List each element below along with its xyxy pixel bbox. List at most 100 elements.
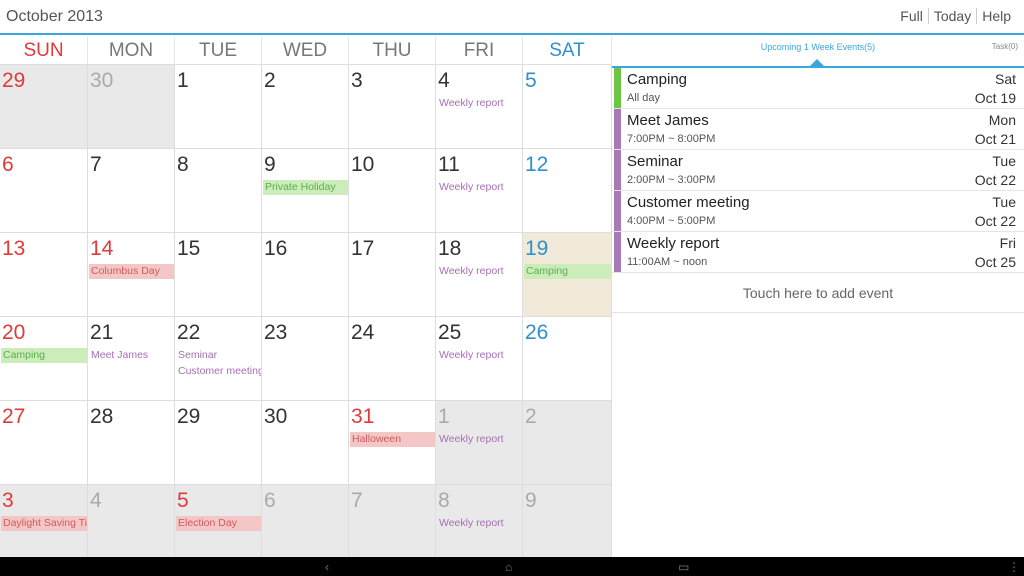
day-cell[interactable]: 30 — [262, 401, 349, 484]
help-button[interactable]: Help — [976, 8, 1016, 24]
day-number: 14 — [90, 237, 114, 260]
day-cell[interactable]: 24 — [349, 317, 436, 400]
full-button[interactable]: Full — [895, 8, 928, 24]
event-name: Seminar — [627, 153, 683, 170]
calendar-event[interactable]: Weekly report — [437, 432, 522, 447]
event-weekday: Sat — [994, 71, 1016, 87]
event-weekday: Tue — [992, 194, 1016, 210]
day-cell[interactable]: 11 Weekly report — [436, 149, 523, 232]
day-number: 4 — [90, 489, 102, 512]
calendar-event[interactable]: Seminar — [176, 348, 261, 363]
day-cell[interactable]: 8 Weekly report — [436, 485, 523, 568]
day-cell[interactable]: 28 — [88, 401, 175, 484]
day-cell[interactable]: 22 Seminar Customer meeting — [175, 317, 262, 400]
day-number: 8 — [438, 489, 450, 512]
back-icon[interactable]: ‹ — [325, 561, 329, 573]
day-number: 9 — [264, 153, 276, 176]
day-number: 17 — [351, 237, 375, 260]
day-number: 8 — [177, 153, 189, 176]
upcoming-event-item[interactable]: Camping All day Sat Oct 19 — [612, 68, 1024, 109]
task-tab[interactable]: Task(0) — [992, 42, 1018, 51]
day-cell[interactable]: 17 — [349, 233, 436, 316]
day-cell[interactable]: 6 — [262, 485, 349, 568]
calendar-event[interactable]: Halloween — [350, 432, 435, 447]
day-cell[interactable]: 10 — [349, 149, 436, 232]
calendar-event[interactable]: Weekly report — [437, 516, 522, 531]
tab-indicator-icon — [809, 59, 825, 67]
upcoming-events-tab[interactable]: Upcoming 1 Week Events(5) — [612, 42, 1024, 52]
day-cell[interactable]: 13 — [0, 233, 88, 316]
month-title[interactable]: October 2013 — [6, 8, 103, 26]
upcoming-event-item[interactable]: Customer meeting 4:00PM ~ 5:00PM Tue Oct… — [612, 191, 1024, 232]
day-cell[interactable]: 9 Private Holiday — [262, 149, 349, 232]
calendar-event[interactable]: Election Day — [176, 516, 261, 531]
day-cell[interactable]: 16 — [262, 233, 349, 316]
upcoming-event-item[interactable]: Weekly report 11:00AM ~ noon Fri Oct 25 — [612, 232, 1024, 273]
event-weekday: Fri — [999, 235, 1016, 251]
day-cell[interactable]: 12 — [523, 149, 612, 232]
day-cell[interactable]: 5 Election Day — [175, 485, 262, 568]
calendar-event[interactable]: Meet James — [89, 348, 174, 363]
day-number: 27 — [2, 405, 26, 428]
calendar-event[interactable]: Camping — [524, 264, 611, 279]
day-cell[interactable]: 9 — [523, 485, 612, 568]
day-cell[interactable]: 5 — [523, 65, 612, 148]
day-number: 30 — [90, 69, 114, 92]
day-cell[interactable]: 2 — [523, 401, 612, 484]
day-cell[interactable]: 30 — [88, 65, 175, 148]
calendar-event[interactable]: Daylight Saving Time — [1, 516, 87, 531]
calendar-event[interactable]: Camping — [1, 348, 87, 363]
day-cell[interactable]: 31 Halloween — [349, 401, 436, 484]
day-cell[interactable]: 19 Camping — [523, 233, 612, 316]
day-cell[interactable]: 4 Weekly report — [436, 65, 523, 148]
top-actions: Full Today Help — [895, 8, 1016, 24]
today-button[interactable]: Today — [927, 8, 976, 24]
day-cell[interactable]: 8 — [175, 149, 262, 232]
menu-icon[interactable]: ⋮ — [1008, 561, 1020, 573]
event-time: 4:00PM ~ 5:00PM — [627, 215, 716, 227]
day-cell[interactable]: 1 — [175, 65, 262, 148]
day-cell[interactable]: 15 — [175, 233, 262, 316]
home-icon[interactable]: ⌂ — [505, 561, 512, 573]
event-weekday: Tue — [992, 153, 1016, 169]
week-row: 13 14 Columbus Day 15 16 17 18 Weekly report 19 C… — [0, 233, 612, 317]
calendar-event[interactable]: Columbus Day — [89, 264, 174, 279]
day-cell[interactable]: 23 — [262, 317, 349, 400]
day-cell[interactable]: 26 — [523, 317, 612, 400]
day-cell[interactable]: 4 — [88, 485, 175, 568]
day-cell[interactable]: 20 Camping — [0, 317, 88, 400]
day-cell[interactable]: 7 — [88, 149, 175, 232]
week-row: 27 28 29 30 31 Halloween 1 Weekly report 2 — [0, 401, 612, 485]
day-cell[interactable]: 6 — [0, 149, 88, 232]
calendar-event[interactable]: Weekly report — [437, 96, 522, 111]
weekday-sat: SAT — [523, 37, 612, 65]
upcoming-event-item[interactable]: Meet James 7:00PM ~ 8:00PM Mon Oct 21 — [612, 109, 1024, 150]
event-color-bar — [614, 232, 621, 272]
calendar-event[interactable]: Weekly report — [437, 180, 522, 195]
calendar-event[interactable]: Weekly report — [437, 264, 522, 279]
calendar-event[interactable]: Customer meeting — [176, 364, 261, 379]
day-cell[interactable]: 18 Weekly report — [436, 233, 523, 316]
day-cell[interactable]: 25 Weekly report — [436, 317, 523, 400]
add-event-button[interactable]: Touch here to add event — [612, 273, 1024, 313]
panel-header: Upcoming 1 Week Events(5) Task(0) — [612, 37, 1024, 68]
day-number: 22 — [177, 321, 201, 344]
weekday-fri: FRI — [436, 37, 523, 65]
day-cell[interactable]: 3 — [349, 65, 436, 148]
day-cell[interactable]: 7 — [349, 485, 436, 568]
upcoming-event-item[interactable]: Seminar 2:00PM ~ 3:00PM Tue Oct 22 — [612, 150, 1024, 191]
day-cell[interactable]: 29 — [175, 401, 262, 484]
day-cell[interactable]: 27 — [0, 401, 88, 484]
day-cell[interactable]: 29 — [0, 65, 88, 148]
recents-icon[interactable]: ▭ — [678, 561, 689, 573]
day-number: 3 — [351, 69, 363, 92]
day-cell[interactable]: 1 Weekly report — [436, 401, 523, 484]
day-cell[interactable]: 14 Columbus Day — [88, 233, 175, 316]
calendar-event[interactable]: Private Holiday — [263, 180, 348, 195]
calendar-event[interactable]: Weekly report — [437, 348, 522, 363]
day-number: 25 — [438, 321, 462, 344]
day-number: 20 — [2, 321, 26, 344]
day-cell[interactable]: 2 — [262, 65, 349, 148]
day-cell[interactable]: 3 Daylight Saving Time — [0, 485, 88, 568]
day-cell[interactable]: 21 Meet James — [88, 317, 175, 400]
